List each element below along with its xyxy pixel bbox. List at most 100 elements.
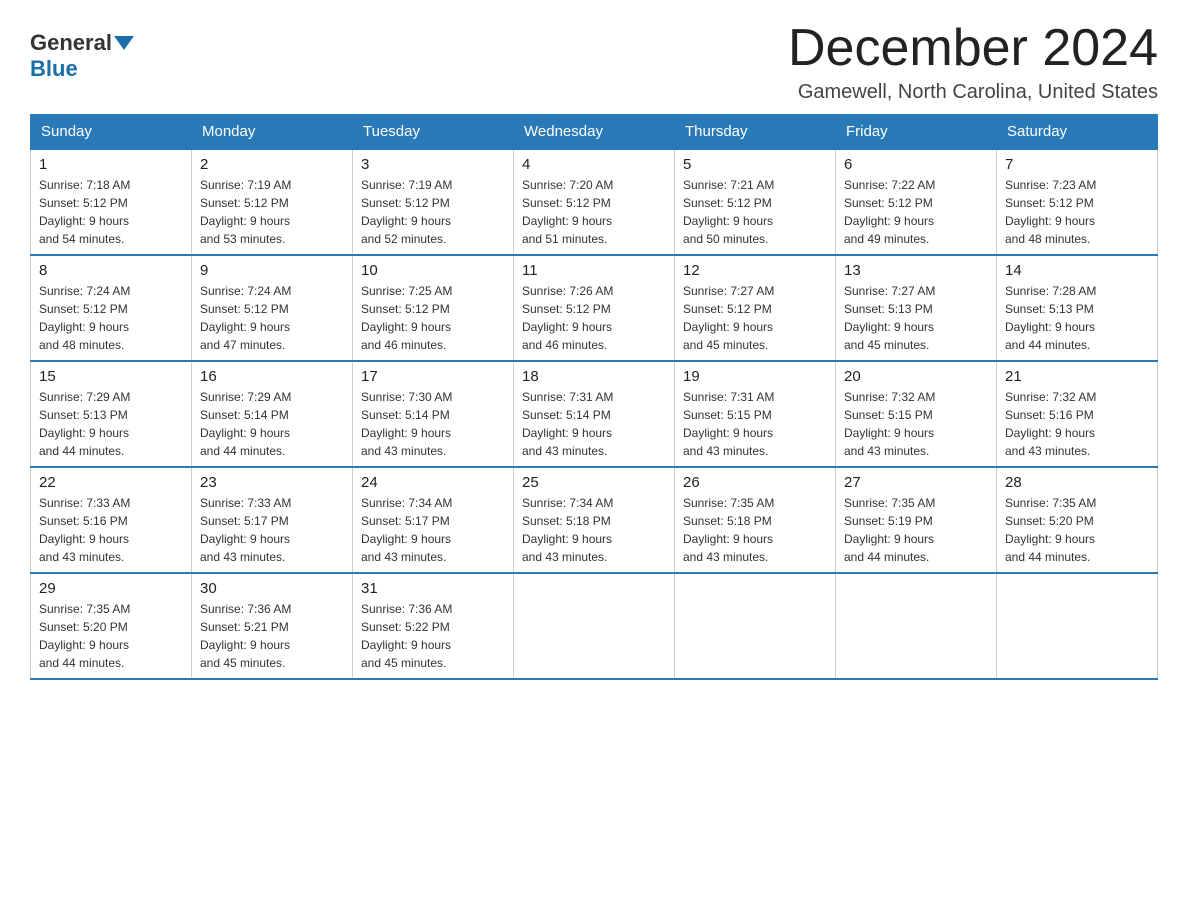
table-row: [997, 573, 1158, 679]
table-row: 21 Sunrise: 7:32 AMSunset: 5:16 PMDayligh…: [997, 361, 1158, 467]
day-number: 27: [844, 474, 988, 491]
calendar-week-row: 1Sunrise: 7:18 AMSunset: 5:12 PMDaylight…: [31, 149, 1158, 255]
header-monday: Monday: [192, 115, 353, 150]
table-row: 7 Sunrise: 7:23 AMSunset: 5:12 PMDaylight…: [997, 149, 1158, 255]
day-info: Sunrise: 7:34 AMSunset: 5:18 PMDaylight:…: [522, 494, 666, 566]
day-info: Sunrise: 7:29 AMSunset: 5:14 PMDaylight:…: [200, 388, 344, 460]
day-number: 29: [39, 580, 183, 597]
day-info: Sunrise: 7:32 AMSunset: 5:15 PMDaylight:…: [844, 388, 988, 460]
day-number: 7: [1005, 156, 1149, 173]
table-row: 23 Sunrise: 7:33 AMSunset: 5:17 PMDayligh…: [192, 467, 353, 573]
header-sunday: Sunday: [31, 115, 192, 150]
day-number: 13: [844, 262, 988, 279]
table-row: 9 Sunrise: 7:24 AMSunset: 5:12 PMDaylight…: [192, 255, 353, 361]
table-row: [514, 573, 675, 679]
header-friday: Friday: [836, 115, 997, 150]
table-row: 22 Sunrise: 7:33 AMSunset: 5:16 PMDayligh…: [31, 467, 192, 573]
table-row: 19 Sunrise: 7:31 AMSunset: 5:15 PMDayligh…: [675, 361, 836, 467]
day-info: Sunrise: 7:28 AMSunset: 5:13 PMDaylight:…: [1005, 282, 1149, 354]
day-info: Sunrise: 7:30 AMSunset: 5:14 PMDaylight:…: [361, 388, 505, 460]
page-header: General Blue December 2024 Gamewell, Nor…: [30, 20, 1158, 104]
day-number: 30: [200, 580, 344, 597]
day-number: 14: [1005, 262, 1149, 279]
day-number: 22: [39, 474, 183, 491]
day-info: Sunrise: 7:29 AMSunset: 5:13 PMDaylight:…: [39, 388, 183, 460]
day-info: Sunrise: 7:33 AMSunset: 5:16 PMDaylight:…: [39, 494, 183, 566]
day-info: Sunrise: 7:24 AMSunset: 5:12 PMDaylight:…: [200, 282, 344, 354]
table-row: 31Sunrise: 7:36 AMSunset: 5:22 PMDayligh…: [353, 573, 514, 679]
calendar-week-row: 22 Sunrise: 7:33 AMSunset: 5:16 PMDayligh…: [31, 467, 1158, 573]
day-info: Sunrise: 7:35 AMSunset: 5:18 PMDaylight:…: [683, 494, 827, 566]
day-number: 18: [522, 368, 666, 385]
day-number: 24: [361, 474, 505, 491]
day-info: Sunrise: 7:27 AMSunset: 5:13 PMDaylight:…: [844, 282, 988, 354]
day-info: Sunrise: 7:23 AMSunset: 5:12 PMDaylight:…: [1005, 176, 1149, 248]
table-row: 13 Sunrise: 7:27 AMSunset: 5:13 PMDayligh…: [836, 255, 997, 361]
day-info: Sunrise: 7:35 AMSunset: 5:19 PMDaylight:…: [844, 494, 988, 566]
header-saturday: Saturday: [997, 115, 1158, 150]
table-row: 28 Sunrise: 7:35 AMSunset: 5:20 PMDayligh…: [997, 467, 1158, 573]
day-number: 23: [200, 474, 344, 491]
month-title: December 2024: [788, 20, 1158, 77]
calendar-table: Sunday Monday Tuesday Wednesday Thursday…: [30, 114, 1158, 680]
day-info: Sunrise: 7:27 AMSunset: 5:12 PMDaylight:…: [683, 282, 827, 354]
day-number: 6: [844, 156, 988, 173]
day-number: 26: [683, 474, 827, 491]
day-number: 3: [361, 156, 505, 173]
day-number: 15: [39, 368, 183, 385]
day-number: 1: [39, 156, 183, 173]
table-row: 5Sunrise: 7:21 AMSunset: 5:12 PMDaylight…: [675, 149, 836, 255]
day-info: Sunrise: 7:32 AMSunset: 5:16 PMDaylight:…: [1005, 388, 1149, 460]
table-row: 4Sunrise: 7:20 AMSunset: 5:12 PMDaylight…: [514, 149, 675, 255]
day-info: Sunrise: 7:25 AMSunset: 5:12 PMDaylight:…: [361, 282, 505, 354]
day-info: Sunrise: 7:31 AMSunset: 5:15 PMDaylight:…: [683, 388, 827, 460]
calendar-week-row: 8 Sunrise: 7:24 AMSunset: 5:12 PMDaylight…: [31, 255, 1158, 361]
weekday-header-row: Sunday Monday Tuesday Wednesday Thursday…: [31, 115, 1158, 150]
logo-triangle-icon: [114, 36, 134, 50]
day-info: Sunrise: 7:22 AMSunset: 5:12 PMDaylight:…: [844, 176, 988, 248]
title-area: December 2024 Gamewell, North Carolina, …: [788, 20, 1158, 104]
day-info: Sunrise: 7:20 AMSunset: 5:12 PMDaylight:…: [522, 176, 666, 248]
table-row: 6 Sunrise: 7:22 AMSunset: 5:12 PMDaylight…: [836, 149, 997, 255]
day-info: Sunrise: 7:35 AMSunset: 5:20 PMDaylight:…: [39, 600, 183, 672]
table-row: 25 Sunrise: 7:34 AMSunset: 5:18 PMDayligh…: [514, 467, 675, 573]
day-number: 12: [683, 262, 827, 279]
table-row: 20 Sunrise: 7:32 AMSunset: 5:15 PMDayligh…: [836, 361, 997, 467]
table-row: 2 Sunrise: 7:19 AMSunset: 5:12 PMDaylight…: [192, 149, 353, 255]
table-row: 30Sunrise: 7:36 AMSunset: 5:21 PMDayligh…: [192, 573, 353, 679]
day-number: 8: [39, 262, 183, 279]
day-number: 31: [361, 580, 505, 597]
logo-general-text: General: [30, 30, 112, 56]
calendar-week-row: 29 Sunrise: 7:35 AMSunset: 5:20 PMDayligh…: [31, 573, 1158, 679]
logo-blue-text: Blue: [30, 56, 78, 81]
table-row: 24 Sunrise: 7:34 AMSunset: 5:17 PMDayligh…: [353, 467, 514, 573]
day-number: 16: [200, 368, 344, 385]
table-row: 18Sunrise: 7:31 AMSunset: 5:14 PMDayligh…: [514, 361, 675, 467]
day-number: 2: [200, 156, 344, 173]
table-row: 26 Sunrise: 7:35 AMSunset: 5:18 PMDayligh…: [675, 467, 836, 573]
day-info: Sunrise: 7:33 AMSunset: 5:17 PMDaylight:…: [200, 494, 344, 566]
day-number: 9: [200, 262, 344, 279]
table-row: 1Sunrise: 7:18 AMSunset: 5:12 PMDaylight…: [31, 149, 192, 255]
location-title: Gamewell, North Carolina, United States: [788, 81, 1158, 104]
table-row: 3Sunrise: 7:19 AMSunset: 5:12 PMDaylight…: [353, 149, 514, 255]
day-number: 28: [1005, 474, 1149, 491]
table-row: 12 Sunrise: 7:27 AMSunset: 5:12 PMDayligh…: [675, 255, 836, 361]
day-number: 10: [361, 262, 505, 279]
day-number: 17: [361, 368, 505, 385]
table-row: 29 Sunrise: 7:35 AMSunset: 5:20 PMDayligh…: [31, 573, 192, 679]
day-number: 21: [1005, 368, 1149, 385]
day-number: 11: [522, 262, 666, 279]
logo: General Blue: [30, 20, 136, 82]
table-row: [675, 573, 836, 679]
day-info: Sunrise: 7:35 AMSunset: 5:20 PMDaylight:…: [1005, 494, 1149, 566]
table-row: 27 Sunrise: 7:35 AMSunset: 5:19 PMDayligh…: [836, 467, 997, 573]
day-info: Sunrise: 7:34 AMSunset: 5:17 PMDaylight:…: [361, 494, 505, 566]
table-row: 17 Sunrise: 7:30 AMSunset: 5:14 PMDayligh…: [353, 361, 514, 467]
header-thursday: Thursday: [675, 115, 836, 150]
day-number: 20: [844, 368, 988, 385]
day-info: Sunrise: 7:24 AMSunset: 5:12 PMDaylight:…: [39, 282, 183, 354]
day-number: 19: [683, 368, 827, 385]
day-info: Sunrise: 7:19 AMSunset: 5:12 PMDaylight:…: [200, 176, 344, 248]
day-number: 25: [522, 474, 666, 491]
